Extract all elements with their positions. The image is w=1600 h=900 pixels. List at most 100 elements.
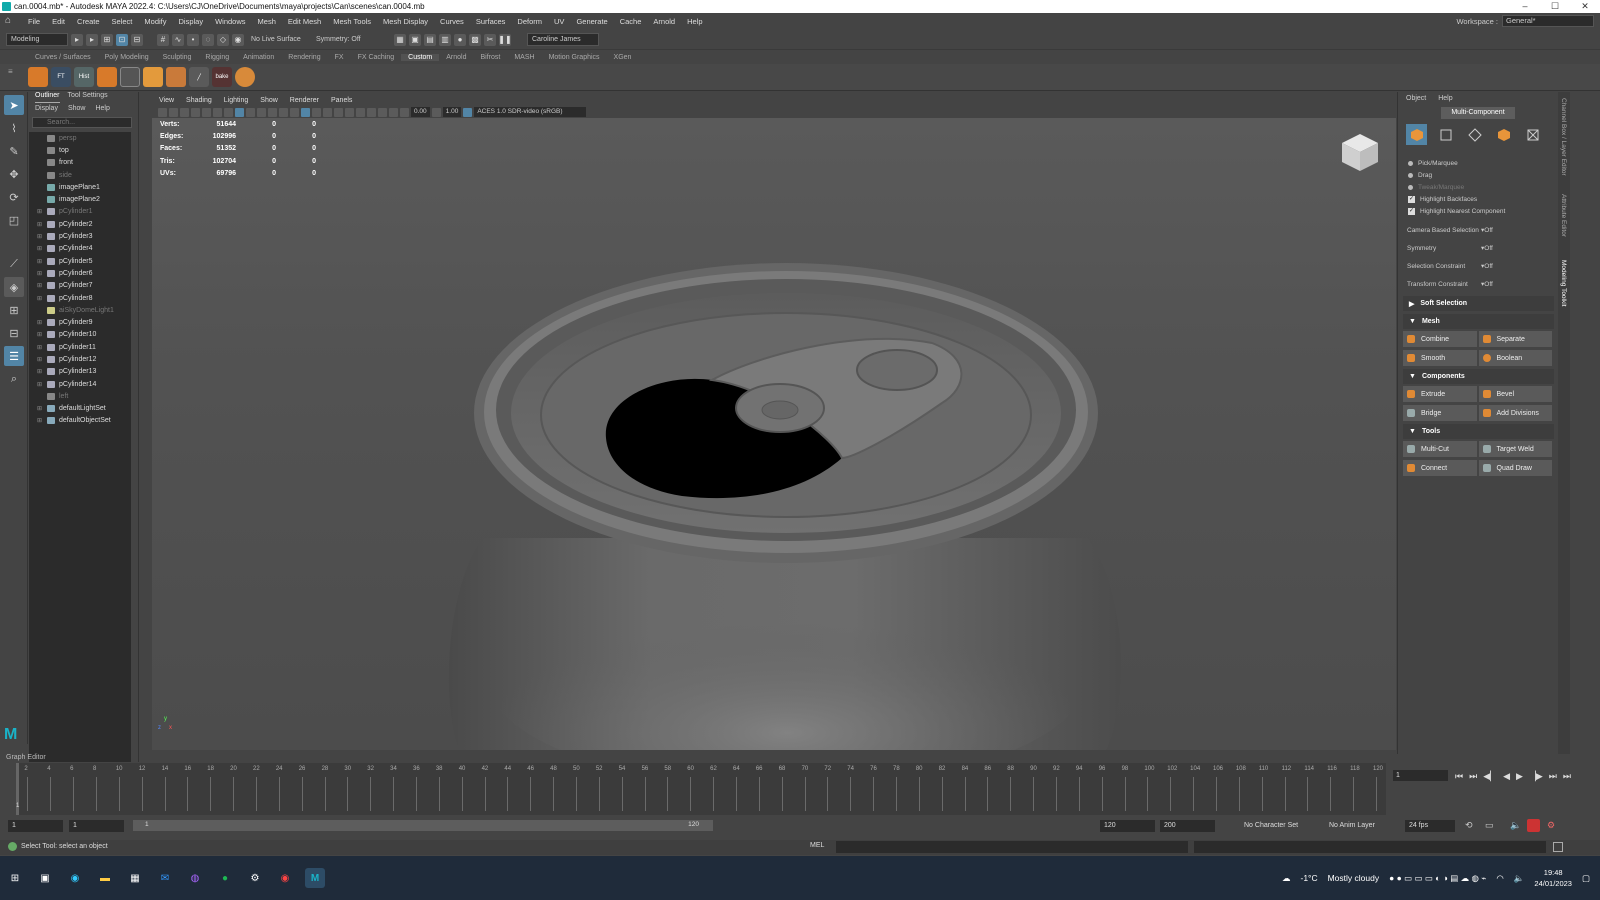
expand-toggle-icon[interactable]: ⊞ [37, 368, 45, 375]
play-backwards-icon[interactable]: ◀ [1503, 771, 1510, 782]
current-frame-field[interactable]: 1 [1393, 770, 1448, 781]
home-icon[interactable]: ⌂ [5, 16, 15, 26]
menu-mesh-tools[interactable]: Mesh Tools [327, 17, 377, 26]
character-set-dropdown[interactable]: No Character Set [1240, 820, 1320, 832]
live-surface-field[interactable]: No Live Surface [247, 33, 309, 46]
selection-option-row[interactable]: Selection Constraint ▾ Off [1398, 257, 1557, 275]
shelf-tab-fx-caching[interactable]: FX Caching [351, 54, 402, 61]
outliner-item[interactable]: ⊞ pCylinder3 [29, 230, 131, 242]
menu-mesh[interactable]: Mesh [252, 17, 282, 26]
boolean-button[interactable]: Boolean [1478, 350, 1552, 366]
perspective-viewport[interactable]: Verts: 51644 0 0 Edges: 102996 0 0 Faces: 51352 0 0… [152, 118, 1396, 750]
vp-menu-lighting[interactable]: Lighting [224, 97, 249, 104]
resolution-gate-icon[interactable] [202, 107, 211, 117]
hypershade-icon[interactable]: ● [454, 33, 466, 46]
script-language-label[interactable]: MEL [810, 842, 824, 849]
menu-display[interactable]: Display [173, 17, 210, 26]
shelf-tab-arnold[interactable]: Arnold [439, 54, 473, 61]
expand-toggle-icon[interactable]: ⊞ [37, 417, 45, 424]
shelf-button-freeze-transform-icon[interactable]: FT [51, 67, 71, 87]
menu-generate[interactable]: Generate [570, 17, 613, 26]
outliner-item[interactable]: ⊞ defaultObjectSet [29, 415, 131, 427]
anim-start-field[interactable]: 1 [8, 819, 63, 832]
outliner-item[interactable]: ⊞ pCylinder12 [29, 353, 131, 365]
open-scene-icon[interactable]: ▸ [86, 33, 98, 46]
fps-dropdown[interactable]: 24 fps [1405, 819, 1455, 832]
select-tool-icon[interactable]: ➤ [4, 95, 24, 115]
wireframe-on-shaded-icon[interactable] [290, 107, 299, 117]
shelf-button-bake-icon[interactable]: bake [212, 67, 232, 87]
tab-channel-box[interactable]: Channel Box / Layer Editor [1560, 98, 1567, 188]
edge-browser-icon[interactable]: ◉ [65, 868, 85, 888]
bridge-button[interactable]: Bridge [1403, 405, 1477, 421]
radio-option[interactable]: Drag [1398, 169, 1557, 181]
outliner-item[interactable]: ⊞ pCylinder14 [29, 378, 131, 390]
connect-button[interactable]: Connect [1403, 460, 1477, 476]
shelf-menu-icon[interactable]: ≡ [8, 67, 13, 76]
render-view-icon[interactable]: ▦ [394, 33, 406, 46]
checkbox-icon[interactable]: ✓ [1408, 195, 1415, 203]
anti-aliasing-icon[interactable] [356, 107, 365, 117]
expand-toggle-icon[interactable]: ⊞ [37, 258, 45, 265]
render-frame-icon[interactable]: ▣ [409, 33, 421, 46]
outliner-item[interactable]: ⊞ pCylinder7 [29, 280, 131, 292]
section-soft-selection[interactable]: ▶ Soft Selection [1403, 296, 1554, 311]
tab-outliner[interactable]: Outliner [35, 92, 60, 103]
step-forward-frame-icon[interactable]: ▕▶ [1529, 771, 1543, 782]
shelf-tab-rigging[interactable]: Rigging [198, 54, 236, 61]
xray-joints-icon[interactable] [389, 107, 398, 117]
outliner-item[interactable]: side [29, 169, 131, 181]
menu-edit-mesh[interactable]: Edit Mesh [282, 17, 327, 26]
expand-toggle-icon[interactable]: ⊞ [37, 282, 45, 289]
outliner-item[interactable]: ⊞ pCylinder4 [29, 243, 131, 255]
arnold-render-icon[interactable]: ▩ [469, 33, 481, 46]
expand-toggle-icon[interactable]: ⊞ [37, 208, 45, 215]
expand-toggle-icon[interactable]: ⊞ [37, 319, 45, 326]
image-plane-toggle-icon[interactable] [180, 107, 189, 117]
menu-create[interactable]: Create [71, 17, 106, 26]
shelf-tab-fx[interactable]: FX [328, 54, 351, 61]
select-hierarchy-icon[interactable]: ⊞ [101, 33, 113, 46]
object-mode-icon[interactable] [1406, 124, 1427, 145]
menu-windows[interactable]: Windows [209, 17, 251, 26]
shelf-tab-mash[interactable]: MASH [507, 54, 541, 61]
section-mesh[interactable]: ▼ Mesh [1403, 314, 1554, 329]
playback-end-field[interactable]: 120 [1100, 819, 1155, 832]
snap-grid-icon[interactable]: # [157, 33, 169, 46]
single-perspective-icon[interactable]: ◈ [4, 277, 24, 297]
snap-curve-icon[interactable]: ∿ [172, 33, 184, 46]
field-chart-icon[interactable] [224, 107, 233, 117]
isolate-select-icon[interactable] [367, 107, 376, 117]
menu-surfaces[interactable]: Surfaces [470, 17, 512, 26]
shelf-button-sculpt-icon[interactable]: ╱ [189, 67, 209, 87]
weather-temp[interactable]: -1°C [1300, 873, 1317, 883]
xray-icon[interactable] [378, 107, 387, 117]
menu-cache[interactable]: Cache [614, 17, 648, 26]
command-input[interactable] [836, 841, 1188, 853]
grid-toggle-icon[interactable] [235, 107, 244, 117]
outliner-item[interactable]: ⊞ pCylinder11 [29, 341, 131, 353]
outliner-item[interactable]: imagePlane2 [29, 193, 131, 205]
multi-component-button[interactable]: Multi-Component [1441, 107, 1515, 119]
radio-icon[interactable] [1408, 160, 1413, 166]
paint-select-tool-icon[interactable]: ✎ [4, 141, 24, 161]
move-tool-icon[interactable]: ✥ [4, 164, 24, 184]
textured-icon[interactable] [301, 107, 310, 117]
bevel-button[interactable]: Bevel [1478, 386, 1552, 402]
snap-point-icon[interactable]: • [187, 33, 199, 46]
vp-menu-show[interactable]: Show [260, 97, 278, 104]
option-value[interactable]: Off [1484, 245, 1493, 252]
menu-select[interactable]: Select [106, 17, 139, 26]
film-gate-icon[interactable] [191, 107, 200, 117]
ipr-render-icon[interactable]: ▤ [424, 33, 436, 46]
outliner-item[interactable]: ⊞ pCylinder13 [29, 366, 131, 378]
snap-projected-icon[interactable]: ◌ [202, 33, 214, 46]
outliner-item[interactable]: imagePlane1 [29, 181, 131, 193]
view-cube[interactable] [1340, 132, 1380, 172]
option-value[interactable]: Off [1484, 227, 1493, 234]
go-to-end-icon[interactable]: ⏭ [1563, 771, 1571, 782]
windows-start-icon[interactable]: ⊞ [5, 868, 25, 888]
outliner-item[interactable]: ⊞ pCylinder2 [29, 218, 131, 230]
shelf-tab-motion-graphics[interactable]: Motion Graphics [542, 54, 607, 61]
selection-option-row[interactable]: Transform Constraint ▾ Off [1398, 275, 1557, 293]
